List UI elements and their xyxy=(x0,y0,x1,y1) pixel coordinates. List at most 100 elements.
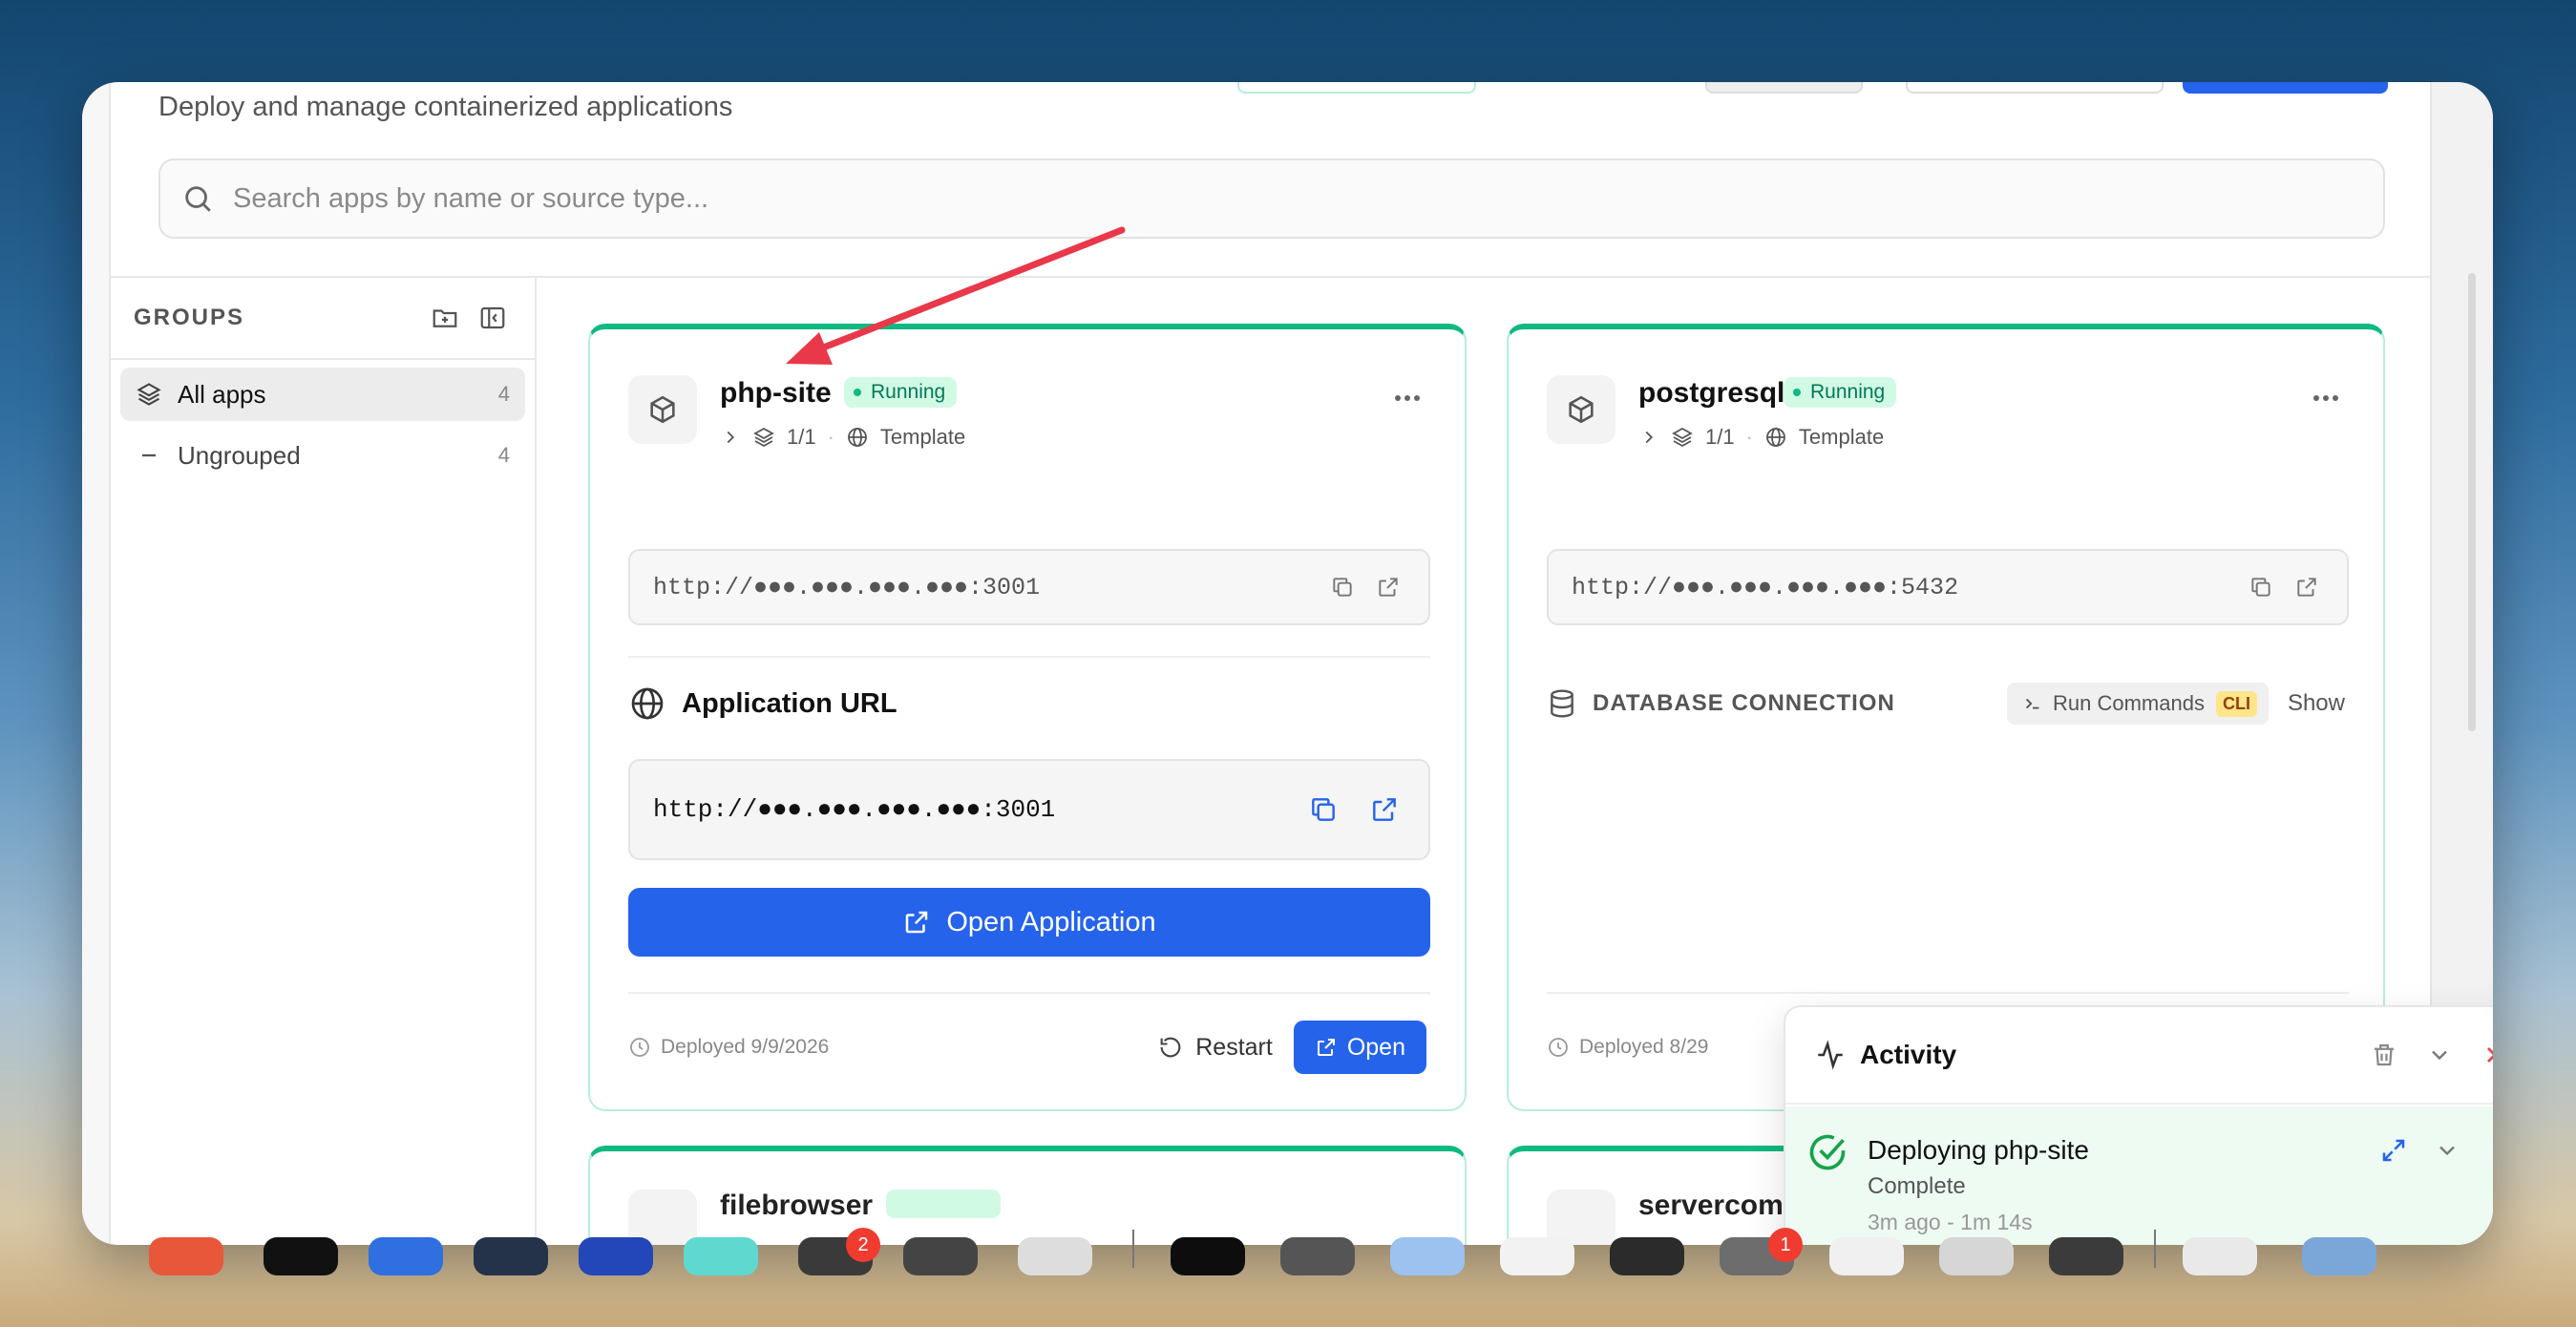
dock-badge: 1 xyxy=(1768,1228,1803,1262)
copy-icon[interactable] xyxy=(2244,570,2278,604)
external-link-icon[interactable] xyxy=(1363,789,1405,831)
sidebar-item-count: 4 xyxy=(497,382,510,406)
open-application-label: Open Application xyxy=(946,906,1156,937)
cube-icon xyxy=(628,375,697,444)
application-url-heading: Application URL xyxy=(628,685,897,723)
dock-app-icon[interactable] xyxy=(903,1237,978,1275)
database-connection-heading: DATABASE CONNECTION xyxy=(1547,688,2007,719)
copy-icon[interactable] xyxy=(1302,789,1344,831)
dock-app-icon[interactable] xyxy=(684,1237,758,1275)
dash-icon xyxy=(142,453,156,457)
restart-button[interactable]: Restart xyxy=(1157,1034,1273,1062)
page-subtitle: Deploy and manage containerized applicat… xyxy=(158,92,733,122)
dock-app-icon[interactable] xyxy=(1171,1237,1245,1275)
terminal-icon xyxy=(2025,698,2039,709)
dock-app-icon[interactable] xyxy=(1018,1237,1092,1275)
more-options-icon[interactable] xyxy=(2307,387,2345,410)
app-window: Deploy and manage containerized applicat… xyxy=(82,82,2493,1245)
app-name[interactable]: php-site xyxy=(720,377,832,410)
card-footer: Deployed 9/9/2026 Restart Open xyxy=(628,1021,1426,1074)
dock-app-icon[interactable] xyxy=(149,1237,223,1275)
check-circle-icon xyxy=(1809,1134,1846,1170)
open-application-button[interactable]: Open Application xyxy=(628,888,1430,957)
status-dot xyxy=(1793,389,1801,396)
sidebar-item-label: All apps xyxy=(178,379,266,409)
activity-icon xyxy=(1818,1040,1843,1070)
search-input[interactable] xyxy=(233,182,2383,215)
clock-icon xyxy=(630,1038,649,1057)
header-button-cut[interactable] xyxy=(1906,82,2164,94)
dock-app-icon[interactable] xyxy=(2049,1237,2123,1275)
more-options-icon[interactable] xyxy=(1388,387,1426,410)
trash-icon[interactable] xyxy=(2365,1036,2403,1074)
app-card-php-site: php-site Running 1/1 · Template http://●… xyxy=(588,324,1467,1111)
collapse-sidebar-icon[interactable] xyxy=(474,299,512,337)
application-url-title: Application URL xyxy=(682,687,897,719)
dock-app-icon[interactable] xyxy=(1390,1237,1465,1275)
external-link-icon[interactable] xyxy=(1371,570,1405,604)
dock-badge: 2 xyxy=(846,1228,880,1262)
chevron-right-icon[interactable] xyxy=(1638,427,1659,448)
layers-icon xyxy=(137,383,161,406)
close-icon[interactable] xyxy=(2476,1036,2493,1074)
activity-item-actions xyxy=(2359,1131,2493,1169)
activity-item-name: Deploying php-site xyxy=(1868,1135,2089,1165)
layers-icon xyxy=(1672,427,1693,448)
primary-button-cut[interactable] xyxy=(2183,82,2388,94)
application-url-box: http://●●●.●●●.●●●.●●●:3001 xyxy=(628,759,1430,860)
groups-header: GROUPS xyxy=(111,278,535,360)
search-bar[interactable] xyxy=(158,158,2385,239)
activity-header: Activity xyxy=(1785,1007,2493,1105)
dock-app-icon[interactable] xyxy=(474,1237,548,1275)
dock-app-icon[interactable] xyxy=(579,1237,653,1275)
chevron-right-icon[interactable] xyxy=(720,427,741,448)
run-commands-button[interactable]: Run Commands CLI xyxy=(2007,683,2269,725)
dock-app-icon[interactable] xyxy=(1610,1237,1684,1275)
database-connection-row: DATABASE CONNECTION Run Commands CLI Sho… xyxy=(1547,683,2345,725)
show-button[interactable]: Show xyxy=(2288,690,2345,717)
scrollbar[interactable] xyxy=(2468,273,2476,731)
app-meta: 1/1 · Template xyxy=(1638,425,1884,450)
deployed-info: Deployed 9/9/2026 xyxy=(628,1036,1157,1059)
internal-url: http://●●●.●●●.●●●.●●●:3001 xyxy=(653,573,1041,601)
expand-icon[interactable] xyxy=(2375,1131,2413,1169)
globe-icon xyxy=(631,687,664,720)
groups-title: GROUPS xyxy=(134,305,245,330)
sidebar-item-ungrouped[interactable]: Ungrouped 4 xyxy=(120,429,525,482)
divider xyxy=(628,656,1430,658)
app-name[interactable]: postgresql xyxy=(1638,377,1784,410)
sidebar-item-all-apps[interactable]: All apps 4 xyxy=(120,368,525,421)
dock-app-icon[interactable] xyxy=(2183,1237,2257,1275)
cube-icon xyxy=(1547,375,1615,444)
internal-url: http://●●●.●●●.●●●.●●●:5432 xyxy=(1572,573,1959,601)
dock-separator xyxy=(1132,1230,1134,1268)
dock: 2 1 xyxy=(82,1211,2412,1275)
new-folder-icon[interactable] xyxy=(426,299,464,337)
sidebar-item-label: Ungrouped xyxy=(178,440,301,470)
status-badge: Running xyxy=(1784,377,1897,408)
restart-label: Restart xyxy=(1195,1033,1273,1061)
globe-icon xyxy=(1766,428,1785,447)
dock-app-icon[interactable] xyxy=(1500,1237,1574,1275)
open-button[interactable]: Open xyxy=(1293,1021,1426,1074)
app-card-postgresql: postgresql Running 1/1 · Template http:/… xyxy=(1507,324,2385,1111)
copy-icon[interactable] xyxy=(1325,570,1360,604)
chevron-down-icon[interactable] xyxy=(2428,1131,2466,1169)
app-meta: 1/1 · Template xyxy=(720,425,965,450)
dock-app-icon[interactable] xyxy=(369,1237,443,1275)
external-link-icon[interactable] xyxy=(2290,570,2324,604)
internal-url-box: http://●●●.●●●.●●●.●●●:5432 xyxy=(1547,549,2349,625)
dock-app-icon[interactable] xyxy=(1829,1237,1904,1275)
external-link-icon xyxy=(1317,1039,1335,1056)
chevron-down-icon[interactable] xyxy=(2420,1036,2459,1074)
deployed-date: Deployed 9/9/2026 xyxy=(661,1036,830,1058)
close-icon[interactable] xyxy=(2481,1131,2493,1169)
dock-app-icon[interactable] xyxy=(2302,1237,2376,1275)
source-type: Template xyxy=(879,425,966,449)
dock-app-icon[interactable] xyxy=(264,1237,338,1275)
view-toggle-cut[interactable] xyxy=(1705,82,1863,94)
globe-icon xyxy=(848,428,867,447)
activity-title: Activity xyxy=(1860,1040,1957,1069)
dock-app-icon[interactable] xyxy=(1939,1237,2014,1275)
dock-app-icon[interactable] xyxy=(1280,1237,1355,1275)
